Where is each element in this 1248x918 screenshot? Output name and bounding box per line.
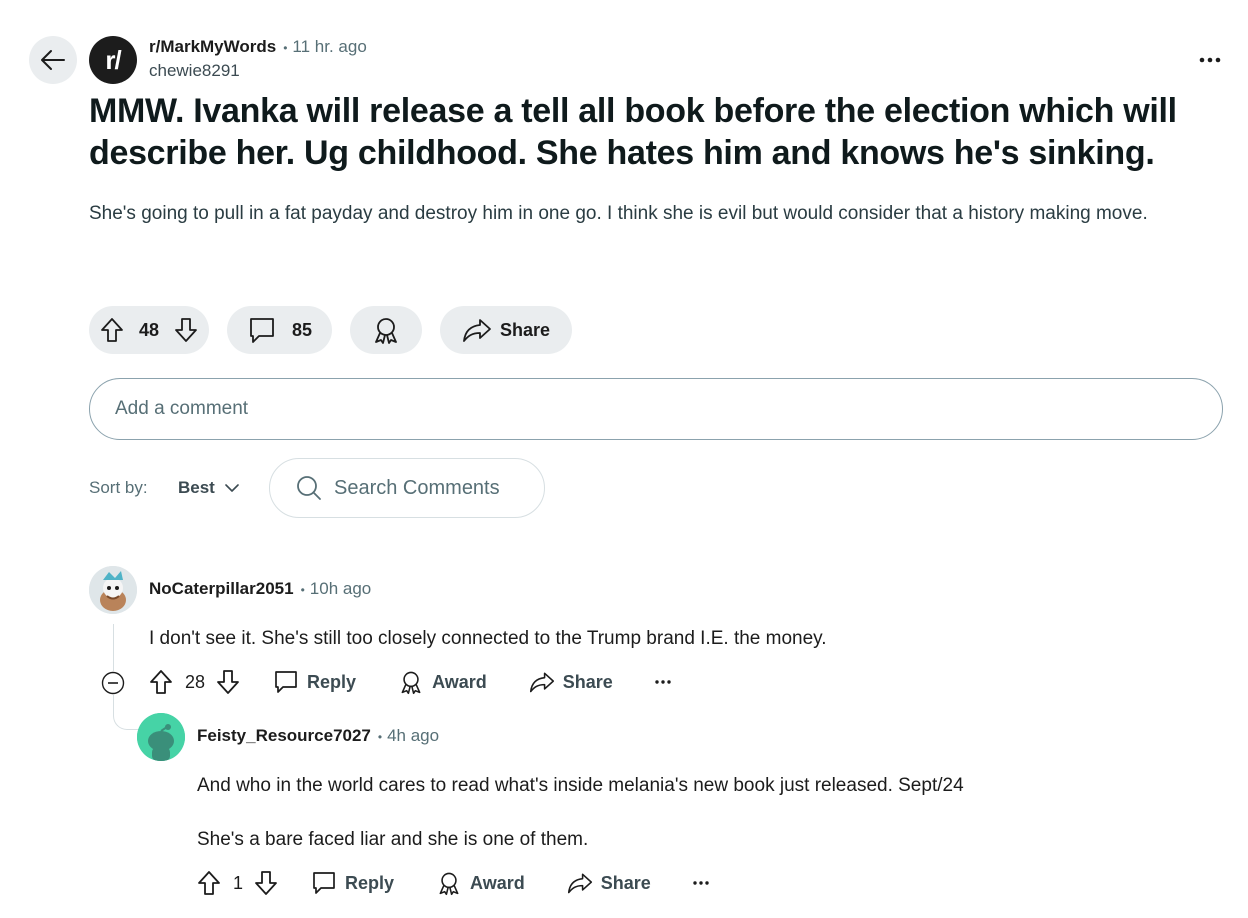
- reply-button[interactable]: Reply: [273, 669, 356, 695]
- comment-header: Feisty_Resource7027 • 4h ago: [197, 726, 439, 746]
- comment-avatar[interactable]: [89, 566, 137, 614]
- post-action-bar: 48 85 Share: [89, 306, 572, 354]
- downvote-button[interactable]: [215, 669, 241, 695]
- ellipsis-icon: [1199, 57, 1221, 63]
- comment-vote-count: 28: [185, 671, 206, 692]
- award-label: Award: [470, 872, 525, 893]
- post-time: 11 hr. ago: [292, 37, 367, 56]
- snoo-avatar-icon: [137, 713, 185, 761]
- arrow-up-icon: [198, 871, 220, 895]
- thread-line: [113, 624, 114, 672]
- share-arrow-icon: [529, 670, 555, 694]
- upvote-button[interactable]: [196, 870, 222, 896]
- speech-bubble-icon: [273, 669, 299, 695]
- share-arrow-icon: [567, 871, 593, 895]
- arrow-down-icon: [175, 318, 197, 342]
- speech-bubble-icon: [247, 315, 277, 345]
- award-button[interactable]: Award: [436, 870, 525, 896]
- sort-value: Best: [178, 478, 215, 497]
- search-comments-placeholder: Search Comments: [334, 476, 500, 499]
- share-button[interactable]: Share: [567, 871, 651, 895]
- arrow-up-icon: [150, 670, 172, 694]
- comment-avatar[interactable]: [137, 713, 185, 761]
- sort-dropdown[interactable]: Best: [178, 478, 239, 498]
- add-comment-input[interactable]: Add a comment: [89, 378, 1223, 440]
- downvote-button[interactable]: [173, 317, 199, 343]
- ellipsis-icon: [693, 881, 709, 885]
- comment-overflow-button[interactable]: [693, 881, 709, 885]
- upvote-button[interactable]: [148, 669, 174, 695]
- post-overflow-button[interactable]: [1190, 44, 1230, 76]
- search-icon: [296, 475, 322, 501]
- reply-label: Reply: [345, 872, 395, 893]
- comment-body-line: She's a bare faced liar and she is one o…: [197, 829, 589, 850]
- post-title: MMW. Ivanka will release a tell all book…: [89, 92, 1177, 172]
- sort-label: Sort by:: [89, 478, 148, 497]
- comment-vote-count: 1: [233, 872, 244, 893]
- arrow-down-icon: [255, 871, 277, 895]
- chevron-down-icon: [225, 483, 239, 493]
- comments-count: 85: [291, 319, 312, 340]
- share-button[interactable]: Share: [440, 306, 572, 354]
- comment-username[interactable]: Feisty_Resource7027: [197, 726, 371, 746]
- search-comments-input[interactable]: Search Comments: [269, 458, 545, 518]
- comment-body-line: And who in the world cares to read what'…: [197, 775, 964, 796]
- separator-dot: •: [377, 730, 383, 744]
- share-label: Share: [499, 319, 551, 340]
- award-button[interactable]: Award: [398, 669, 487, 695]
- award-label: Award: [432, 671, 487, 692]
- comment-action-bar: 28 Reply Award Share: [148, 669, 671, 695]
- thread-connector: [113, 694, 139, 730]
- comment-header: NoCaterpillar2051 • 10h ago: [149, 579, 371, 599]
- snoo-avatar-icon: [89, 566, 137, 614]
- upvote-button[interactable]: [99, 317, 125, 343]
- share-label: Share: [562, 671, 613, 692]
- comment-overflow-button[interactable]: [655, 680, 671, 684]
- subreddit-avatar[interactable]: r/: [89, 36, 137, 84]
- separator-dot: •: [283, 41, 288, 55]
- vote-pill: 48: [89, 306, 209, 354]
- award-ribbon-icon: [371, 315, 401, 345]
- speech-bubble-icon: [311, 870, 337, 896]
- arrow-left-icon: [40, 49, 66, 71]
- share-button[interactable]: Share: [529, 670, 613, 694]
- comment-time: 4h ago: [387, 726, 440, 745]
- reply-button[interactable]: Reply: [311, 870, 394, 896]
- post-meta: r/MarkMyWords • 11 hr. ago: [149, 37, 367, 57]
- back-button[interactable]: [29, 36, 77, 84]
- subreddit-link[interactable]: r/MarkMyWords: [149, 37, 276, 57]
- award-ribbon-icon: [436, 870, 462, 896]
- ellipsis-icon: [655, 680, 671, 684]
- collapse-thread-button[interactable]: [101, 671, 125, 695]
- award-ribbon-icon: [398, 669, 424, 695]
- award-button[interactable]: [350, 306, 422, 354]
- downvote-button[interactable]: [253, 870, 279, 896]
- share-label: Share: [600, 872, 651, 893]
- comment-body: I don't see it. She's still too closely …: [149, 628, 827, 649]
- separator-dot: •: [300, 583, 305, 597]
- comment-username[interactable]: NoCaterpillar2051: [149, 579, 294, 599]
- reply-label: Reply: [307, 671, 357, 692]
- arrow-up-icon: [101, 318, 123, 342]
- post-vote-count: 48: [138, 319, 160, 340]
- share-arrow-icon: [462, 317, 492, 343]
- comment-action-bar: 1 Reply Award Share: [196, 870, 709, 896]
- minus-circle-icon: [101, 671, 125, 695]
- arrow-down-icon: [217, 670, 239, 694]
- comments-button[interactable]: 85: [227, 306, 332, 354]
- post-author[interactable]: chewie8291: [149, 61, 240, 81]
- comment-time: 10h ago: [309, 579, 372, 598]
- post-body: She's going to pull in a fat payday and …: [89, 203, 1148, 224]
